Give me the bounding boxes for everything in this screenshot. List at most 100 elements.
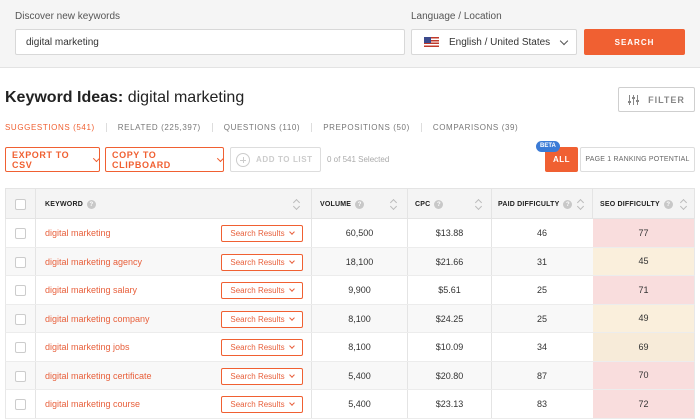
volume-cell: 5,400 (348, 399, 371, 409)
chevron-down-icon (559, 36, 569, 46)
header-keyword[interactable]: KEYWORD? (45, 200, 96, 209)
row-checkbox[interactable] (15, 313, 26, 325)
search-results-button[interactable]: Search Results (221, 367, 303, 385)
search-results-label: Search Results (230, 229, 285, 238)
chevron-down-icon (288, 257, 295, 264)
title-term: digital marketing (127, 89, 245, 106)
table-row: digital marketing Search Results 60,500 $13… (5, 219, 695, 248)
volume-cell: 18,100 (345, 256, 374, 267)
table-row: digital marketing company Search Results 8… (5, 304, 695, 333)
paid-difficulty-cell: 46 (536, 228, 547, 238)
tab-questions[interactable]: QUESTIONS (110) (224, 123, 300, 132)
help-icon: ? (86, 200, 96, 209)
header-seo-difficulty[interactable]: SEO DIFFICULTY? (600, 200, 673, 209)
keyword-link[interactable]: digital marketing company (45, 314, 150, 324)
copy-clipboard-label: COPY TO CLIPBOARD (112, 149, 171, 170)
language-value: English / United States (449, 36, 551, 48)
chevron-down-icon (288, 229, 295, 235)
volume-cell: 9,900 (348, 285, 371, 295)
page-title: Keyword Ideas: digital marketing (5, 89, 244, 107)
seo-difficulty-cell: 71 (593, 276, 694, 304)
chevron-down-icon (288, 314, 295, 321)
keyword-link[interactable]: digital marketing (45, 228, 111, 238)
keyword-link[interactable]: digital marketing certificate (45, 371, 152, 381)
row-checkbox[interactable] (15, 285, 26, 296)
table-row: digital marketing certificate Search Resu… (5, 361, 695, 390)
keyword-link[interactable]: digital marketing agency (45, 257, 142, 267)
language-select[interactable]: English / United States (411, 29, 577, 55)
tab-divider (211, 123, 213, 132)
help-icon: ? (434, 200, 444, 209)
search-results-button[interactable]: Search Results (221, 225, 303, 242)
keyword-tabs: SUGGESTIONS (541) RELATED (225,397) QUES… (5, 123, 518, 132)
selected-count: 0 of 541 Selected (327, 155, 390, 164)
keyword-link[interactable]: digital marketing salary (45, 285, 137, 295)
add-to-list-label: ADD TO LIST (256, 155, 313, 164)
chevron-down-icon (217, 154, 225, 162)
volume-cell: 60,500 (345, 228, 374, 238)
volume-cell: 8,100 (348, 342, 371, 352)
search-results-button[interactable]: Search Results (221, 282, 303, 299)
chevron-down-icon (288, 286, 295, 292)
sort-icon[interactable] (293, 198, 300, 211)
add-to-list-button[interactable]: ADD TO LIST (230, 147, 321, 172)
help-icon: ? (563, 200, 573, 209)
export-csv-button[interactable]: EXPORT TO CSV (5, 147, 101, 172)
sort-icon[interactable] (577, 198, 584, 211)
search-results-label: Search Results (230, 257, 285, 267)
sort-icon[interactable] (390, 198, 397, 211)
header-cpc[interactable]: CPC? (415, 200, 444, 209)
tab-prepositions[interactable]: PREPOSITIONS (50) (323, 123, 410, 132)
keyword-link[interactable]: digital marketing course (45, 399, 140, 409)
tab-related[interactable]: RELATED (225,397) (118, 123, 201, 132)
search-results-button[interactable]: Search Results (221, 396, 303, 413)
table-row: digital marketing course Search Results 5,… (5, 390, 695, 419)
search-results-label: Search Results (230, 314, 285, 324)
search-button[interactable]: SEARCH (584, 29, 685, 55)
search-results-label: Search Results (230, 371, 285, 381)
volume-cell: 5,400 (348, 370, 371, 381)
filter-label: FILTER (648, 94, 685, 105)
row-checkbox[interactable] (15, 399, 26, 410)
volume-cell: 8,100 (348, 313, 371, 324)
cpc-cell: $20.80 (435, 370, 464, 381)
tab-divider (420, 123, 422, 132)
us-flag-icon (424, 37, 439, 47)
tab-suggestions[interactable]: SUGGESTIONS (541) (5, 123, 95, 132)
search-results-label: Search Results (230, 400, 285, 409)
paid-difficulty-cell: 25 (536, 285, 547, 295)
beta-badge: BETA (536, 141, 560, 152)
row-checkbox[interactable] (15, 228, 26, 239)
search-results-button[interactable]: Search Results (221, 253, 303, 271)
search-results-button[interactable]: Search Results (221, 339, 303, 356)
seo-difficulty-cell: 70 (593, 361, 694, 389)
search-results-label: Search Results (230, 286, 285, 295)
keyword-link[interactable]: digital marketing jobs (45, 342, 130, 352)
help-icon: ? (663, 200, 673, 209)
paid-difficulty-cell: 25 (536, 313, 547, 324)
copy-clipboard-button[interactable]: COPY TO CLIPBOARD (105, 147, 225, 172)
header-volume[interactable]: VOLUME? (320, 200, 365, 209)
cpc-cell: $13.88 (435, 228, 464, 238)
seo-difficulty-cell: 49 (593, 304, 694, 332)
sort-icon[interactable] (475, 198, 482, 211)
row-checkbox[interactable] (15, 370, 26, 382)
table-row: digital marketing jobs Search Results 8,10… (5, 333, 695, 362)
keyword-input[interactable] (15, 29, 405, 55)
sort-icon[interactable] (680, 198, 687, 211)
row-checkbox[interactable] (15, 342, 26, 353)
row-checkbox[interactable] (15, 256, 26, 268)
seo-difficulty-cell: 45 (593, 247, 694, 275)
search-results-button[interactable]: Search Results (221, 310, 303, 328)
paid-difficulty-cell: 31 (536, 256, 547, 267)
select-all-checkbox[interactable] (15, 199, 26, 210)
page1-ranking-button[interactable]: PAGE 1 RANKING POTENTIAL (580, 147, 695, 172)
keyword-label: Discover new keywords (15, 11, 121, 22)
cpc-cell: $5.61 (438, 285, 461, 295)
chevron-down-icon (93, 154, 101, 162)
header-paid-difficulty[interactable]: PAID DIFFICULTY? (498, 200, 573, 209)
chevron-down-icon (288, 343, 295, 349)
cpc-cell: $10.09 (435, 342, 464, 352)
tab-comparisons[interactable]: COMPARISONS (39) (433, 123, 518, 132)
filter-button[interactable]: FILTER (618, 87, 695, 112)
